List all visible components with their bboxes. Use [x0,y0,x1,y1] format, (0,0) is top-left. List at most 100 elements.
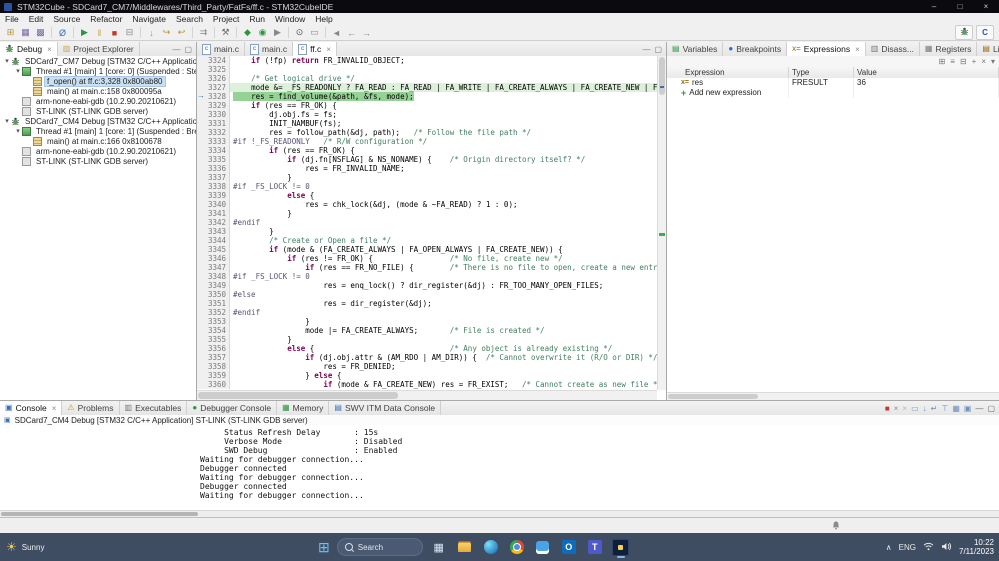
add-expression-row[interactable]: +Add new expression [667,88,999,98]
menu-help[interactable]: Help [310,14,337,24]
code-line[interactable]: →3328 res = find_volume(&path, &fs, mode… [197,92,657,101]
code-line[interactable]: 3332 res = follow_path(&dj, path); /* Fo… [197,128,657,137]
code-line[interactable]: 3351 res = dir_register(&dj); [197,299,657,308]
debug-tree-row[interactable]: ▾SDCard7_CM4 Debug [STM32 C/C++ Applicat… [0,116,196,126]
code-line[interactable]: 3346 if (res != FR_OK) { /* No file, cre… [197,254,657,263]
skip-all-breakpoints-icon[interactable]: Ø [55,26,70,39]
step-return-icon[interactable]: ↩ [174,26,189,39]
code-line[interactable]: 3343 } [197,227,657,236]
terminate-icon[interactable]: ■ [885,404,890,413]
clear-console-icon[interactable]: ▭ [911,404,919,413]
debug-tree-row[interactable]: f_open() at ff.c:3,328 0x800ab80 [0,76,196,86]
code-line[interactable]: 3331 INIT_NAMBUF(fs); [197,119,657,128]
breakpoint-ruler[interactable] [197,380,205,389]
step-over-icon[interactable]: ↪ [159,26,174,39]
breakpoint-ruler[interactable] [197,110,205,119]
tab-debugger-console[interactable]: ●Debugger Console [187,401,277,415]
breakpoint-ruler[interactable] [197,344,205,353]
breakpoint-ruler[interactable] [197,74,205,83]
task-view-icon[interactable] [428,536,450,558]
breakpoint-ruler[interactable] [197,173,205,182]
code-line[interactable]: 3345 if (mode & (FA_CREATE_ALWAYS | FA_O… [197,245,657,254]
code-line[interactable]: 3335 if (dj.fn[NSFLAG] & NS_NONAME) { /*… [197,155,657,164]
code-line[interactable]: 3349 res = enq_lock() ? dir_register(&dj… [197,281,657,290]
tab-breakpoints[interactable]: ●Breakpoints [723,42,787,56]
code-line[interactable]: 3350#else [197,290,657,299]
code-line[interactable]: 3330 dj.obj.fs = fs; [197,110,657,119]
volume-icon[interactable] [941,542,952,553]
breakpoint-ruler[interactable] [197,182,205,191]
file-explorer-icon[interactable] [454,536,476,558]
code-line[interactable]: 3338#if _FS_LOCK != 0 [197,182,657,191]
minimize-view-icon[interactable]: — [642,45,650,54]
menu-project[interactable]: Project [208,14,244,24]
tab-executables[interactable]: ▥Executables [120,401,188,415]
maximize-view-icon[interactable]: ▢ [184,45,192,54]
breakpoint-ruler[interactable] [197,227,205,236]
tab-live-ex[interactable]: ▤Live Ex... [977,42,999,56]
debug-tree-row[interactable]: ▾SDCard7_CM7 Debug [STM32 C/C++ Applicat… [0,56,196,66]
tab-registers[interactable]: ▦Registers [920,42,977,56]
code-line[interactable]: 3355 } [197,335,657,344]
breakpoint-ruler[interactable] [197,272,205,281]
save-icon[interactable]: ▦ [18,26,33,39]
language-indicator[interactable]: ENG [899,543,916,552]
editor-tab-main-c-0[interactable]: cmain.c [197,42,245,56]
breakpoint-ruler[interactable] [197,371,205,380]
c-cpp-perspective-button[interactable]: C [976,25,994,40]
breakpoint-ruler[interactable] [197,56,205,65]
tray-chevron-icon[interactable]: ∧ [886,543,892,552]
breakpoint-ruler[interactable] [197,254,205,263]
breakpoint-ruler[interactable] [197,218,205,227]
breakpoint-ruler[interactable] [197,362,205,371]
code-line[interactable]: 3325 [197,65,657,74]
editor-vertical-scrollbar[interactable] [657,56,666,390]
breakpoint-ruler[interactable] [197,191,205,200]
debug-icon[interactable]: ◆ [240,26,255,39]
expand-icon[interactable]: ▾ [14,127,22,135]
debug-tree-row[interactable]: main() at main.c:158 0x800095a [0,86,196,96]
breakpoint-ruler[interactable] [197,101,205,110]
expression-row[interactable]: x=resFRESULT36 [667,78,999,88]
step-into-icon[interactable]: ↓ [144,26,159,39]
tab-console[interactable]: ▣Console× [0,401,62,415]
breakpoint-ruler[interactable] [197,164,205,173]
breakpoint-ruler[interactable] [197,65,205,74]
save-all-icon[interactable]: ▩ [33,26,48,39]
chrome-icon[interactable] [506,536,528,558]
pin-console-icon[interactable]: ⊤ [941,404,948,413]
debug-tree-row[interactable]: ST-LINK (ST-LINK GDB server) [0,156,196,166]
breakpoint-ruler[interactable] [197,155,205,164]
remove-expression-icon[interactable]: × [981,57,986,66]
menu-refactor[interactable]: Refactor [85,14,127,24]
breakpoint-ruler[interactable] [197,263,205,272]
forward-icon[interactable]: → [359,26,374,39]
maximize-button[interactable]: □ [947,2,973,11]
tab-variables[interactable]: ▤Variables [667,42,723,56]
outlook-icon[interactable] [558,536,580,558]
breakpoint-ruler[interactable] [197,335,205,344]
code-line[interactable]: 3353 } [197,317,657,326]
debug-tree-row[interactable]: arm-none-eabi-gdb (10.2.90.20210621) [0,96,196,106]
external-tools-icon[interactable]: ▶ [270,26,285,39]
tab-swv-itm-data-console[interactable]: ▤SWV ITM Data Console [329,401,441,415]
menu-source[interactable]: Source [48,14,85,24]
breakpoint-ruler[interactable] [197,137,205,146]
close-button[interactable]: × [973,2,999,11]
run-icon[interactable]: ◉ [255,26,270,39]
breakpoint-ruler[interactable] [197,245,205,254]
close-icon[interactable]: × [855,45,860,54]
tab-problems[interactable]: ⚠Problems [62,401,119,415]
console-horizontal-scrollbar[interactable] [0,510,999,517]
breakpoint-ruler[interactable] [197,299,205,308]
menu-edit[interactable]: Edit [24,14,49,24]
instruction-stepping-icon[interactable]: ⇉ [196,26,211,39]
word-wrap-icon[interactable]: ↵ [931,404,938,413]
scrollbar-thumb[interactable] [668,394,758,399]
breakpoint-ruler[interactable] [197,200,205,209]
breakpoint-ruler[interactable] [197,209,205,218]
remove-launch-icon[interactable]: × [894,404,899,413]
scrollbar-thumb[interactable] [659,57,665,95]
wifi-icon[interactable] [923,542,934,553]
code-line[interactable]: 3356 else { /* Any object is already exi… [197,344,657,353]
